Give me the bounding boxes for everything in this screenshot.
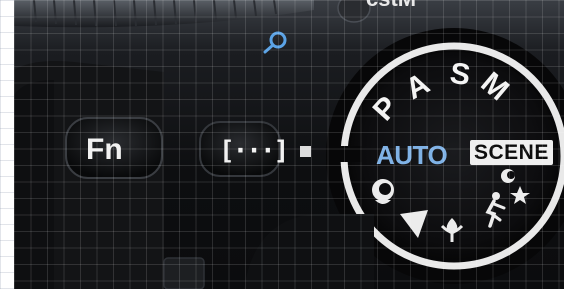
mode-scene[interactable]: SCENE <box>470 140 553 165</box>
portrait-icon <box>372 179 394 204</box>
image-canvas: cstM Fn [···] P A S M AUTO SCENE <box>0 0 564 289</box>
camera-photo: cstM Fn [···] P A S M AUTO SCENE <box>14 0 564 289</box>
af-point-button-label: [···] <box>219 136 289 166</box>
mode-auto[interactable]: AUTO <box>376 140 448 171</box>
top-dial-label: cstM <box>366 0 416 12</box>
fn-button-label: Fn <box>86 133 123 166</box>
dial-index-mark <box>300 146 311 157</box>
command-wheel <box>14 0 314 28</box>
zoom-lens-icon <box>263 31 287 54</box>
